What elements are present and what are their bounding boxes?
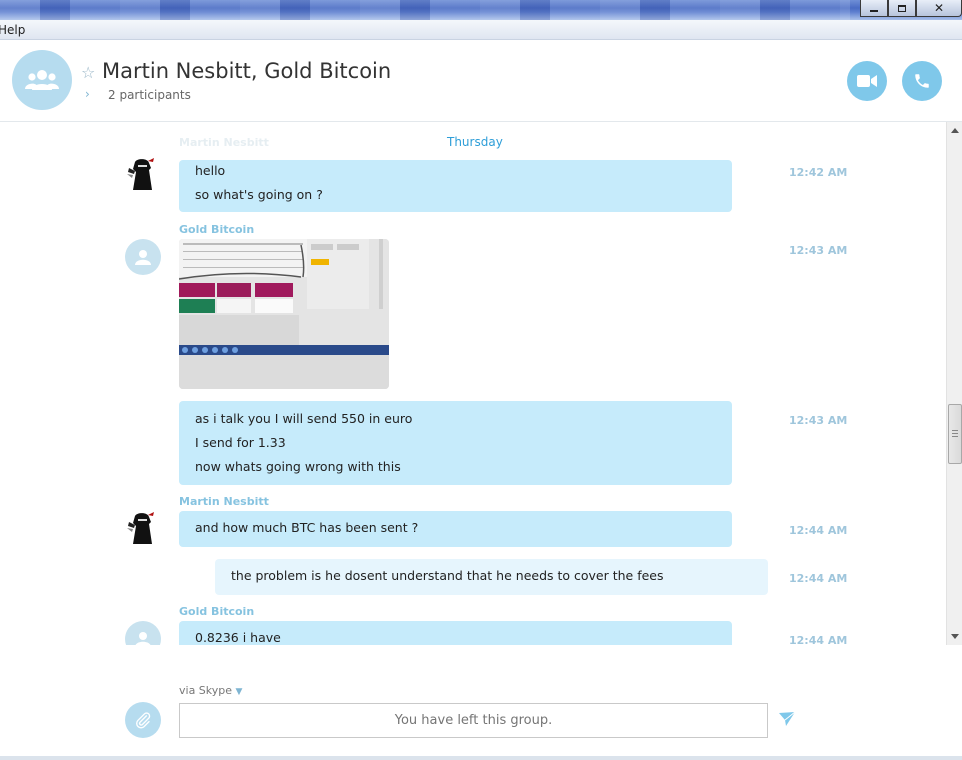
avatar[interactable] xyxy=(125,621,161,645)
message-timestamp: 12:43 AM xyxy=(789,414,848,427)
group-avatar[interactable] xyxy=(12,50,72,110)
window-titlebar: ✕ xyxy=(0,0,962,20)
send-button[interactable] xyxy=(779,711,796,730)
conversation-title[interactable]: Martin Nesbitt, Gold Bitcoin xyxy=(102,59,391,83)
grip-line xyxy=(952,430,958,431)
minimize-icon xyxy=(870,9,878,12)
menu-bar: Help xyxy=(0,20,962,40)
message-composer: via Skype ▼ xyxy=(0,645,962,760)
message-timestamp: 12:42 AM xyxy=(789,166,848,179)
close-icon: ✕ xyxy=(933,1,945,15)
message-text: hello xyxy=(195,163,226,178)
participants-count[interactable]: 2 participants xyxy=(108,88,191,102)
favorite-star-icon[interactable]: ☆ xyxy=(81,63,95,82)
message-text: the problem is he dosent understand that… xyxy=(231,568,664,583)
paperclip-icon xyxy=(136,712,151,729)
message-input[interactable] xyxy=(179,703,768,738)
message-text: I send for 1.33 xyxy=(195,435,286,450)
message-timestamp: 12:44 AM xyxy=(789,634,848,645)
message-bubble[interactable]: 0.8236 i have xyxy=(179,621,732,645)
shared-screenshot-image[interactable] xyxy=(179,239,389,389)
ninja-avatar-icon xyxy=(127,512,154,544)
conversation-scrollbar[interactable] xyxy=(946,122,962,645)
message-text: 0.8236 i have xyxy=(195,630,281,645)
sender-name: Martin Nesbitt xyxy=(179,495,269,508)
video-call-button[interactable] xyxy=(847,61,887,101)
message-text: now whats going wrong with this xyxy=(195,459,401,474)
default-user-icon xyxy=(135,632,151,645)
message-bubble[interactable]: hello so what's going on ? xyxy=(179,160,732,212)
ninja-avatar-icon xyxy=(127,158,154,190)
group-avatar-icon xyxy=(25,70,59,90)
screenshot-thumbnail-icon xyxy=(179,239,389,389)
grip-line xyxy=(952,436,958,437)
message-text: so what's going on ? xyxy=(195,187,323,202)
restore-icon xyxy=(898,4,906,12)
phone-icon xyxy=(915,74,929,88)
caret-down-icon: ▼ xyxy=(235,687,243,697)
own-message-bubble[interactable]: the problem is he dosent understand that… xyxy=(215,559,768,595)
close-button[interactable]: ✕ xyxy=(916,0,962,17)
sender-name: Martin Nesbitt xyxy=(179,136,269,149)
sender-name: Gold Bitcoin xyxy=(179,605,255,618)
maximize-button[interactable] xyxy=(888,0,916,17)
menu-help[interactable]: Help xyxy=(0,23,25,37)
message-bubble[interactable]: as i talk you I will send 550 in euro I … xyxy=(179,401,732,485)
scroll-up-icon[interactable] xyxy=(951,128,959,133)
message-timestamp: 12:43 AM xyxy=(789,244,848,257)
message-timestamp: 12:44 AM xyxy=(789,572,848,585)
message-timestamp: 12:44 AM xyxy=(789,524,848,537)
window-controls: ✕ xyxy=(860,0,962,17)
chevron-right-icon[interactable]: › xyxy=(85,87,90,101)
window-bottom-border xyxy=(0,756,962,760)
message-bubble[interactable]: and how much BTC has been sent ? xyxy=(179,511,732,547)
message-text: as i talk you I will send 550 in euro xyxy=(195,411,413,426)
conversation-header: ☆ Martin Nesbitt, Gold Bitcoin › 2 parti… xyxy=(0,40,962,122)
message-list[interactable]: Martin Nesbitt Thursday hello so what's … xyxy=(0,122,946,645)
send-icon xyxy=(779,711,796,726)
avatar[interactable] xyxy=(124,156,160,192)
attach-button[interactable] xyxy=(125,702,161,738)
titlebar-background xyxy=(0,0,850,20)
message-text: and how much BTC has been sent ? xyxy=(195,520,419,535)
default-user-icon xyxy=(135,250,151,265)
minimize-button[interactable] xyxy=(860,0,888,17)
sender-name: Gold Bitcoin xyxy=(179,223,255,236)
scrollbar-thumb[interactable] xyxy=(948,404,962,464)
avatar[interactable] xyxy=(125,239,161,275)
day-separator: Thursday xyxy=(447,135,503,149)
video-call-icon xyxy=(857,75,877,87)
avatar[interactable] xyxy=(124,510,160,546)
via-skype-selector[interactable]: via Skype ▼ xyxy=(179,684,242,697)
grip-line xyxy=(952,433,958,434)
scroll-down-icon[interactable] xyxy=(951,634,959,639)
voice-call-button[interactable] xyxy=(902,61,942,101)
via-label: via Skype xyxy=(179,684,233,697)
